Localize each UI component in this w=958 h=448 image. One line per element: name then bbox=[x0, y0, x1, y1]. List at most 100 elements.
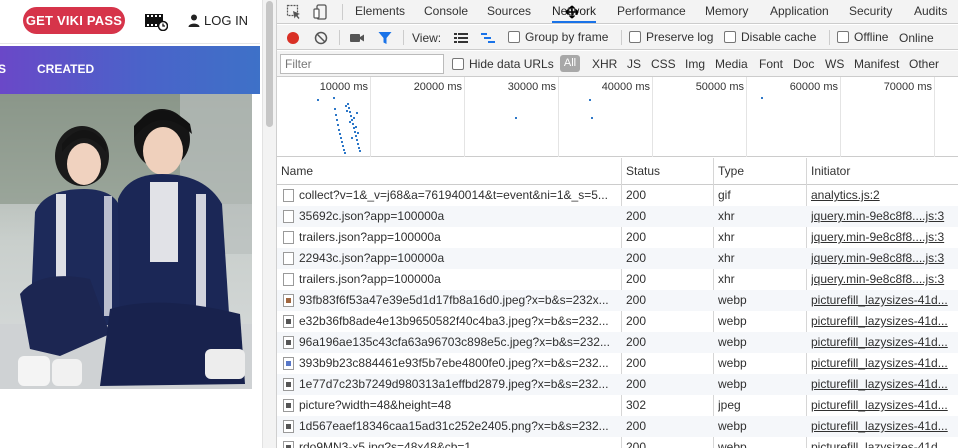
tab-security[interactable]: Security bbox=[849, 0, 892, 23]
filter-input[interactable] bbox=[280, 54, 444, 74]
tab-memory[interactable]: Memory bbox=[705, 0, 748, 23]
filter-type-font[interactable]: Font bbox=[759, 57, 783, 71]
get-viki-pass-button[interactable]: GET VIKI PASS bbox=[23, 7, 125, 34]
filter-type-doc[interactable]: Doc bbox=[793, 57, 814, 71]
waterfall-overview-icon[interactable] bbox=[480, 30, 496, 46]
filter-type-css[interactable]: CSS bbox=[651, 57, 676, 71]
request-row[interactable]: 93fb83f6f53a47e39e5d1d17fb8a16d0.jpeg?x=… bbox=[277, 290, 958, 311]
document-file-icon bbox=[283, 252, 294, 265]
tab-console[interactable]: Console bbox=[424, 0, 468, 23]
request-initiator-link[interactable]: picturefill_lazysizes-41d... bbox=[811, 437, 957, 448]
request-row[interactable]: 1e77d7c23b7249d980313a1effbd2879.jpeg?x=… bbox=[277, 374, 958, 395]
filter-type-ws[interactable]: WS bbox=[825, 57, 844, 71]
request-initiator-link[interactable]: jquery.min-9e8c8f8....js:3 bbox=[811, 248, 957, 269]
offline-checkbox[interactable]: Offline bbox=[837, 30, 888, 44]
page-scrollbar-thumb[interactable] bbox=[266, 1, 273, 127]
film-clip-icon[interactable] bbox=[144, 11, 168, 31]
overview-tick-label: 60000 ms bbox=[789, 81, 838, 93]
request-status: 200 bbox=[626, 335, 647, 349]
overview-gridline bbox=[746, 77, 747, 157]
login-link[interactable]: LOG IN bbox=[188, 12, 248, 28]
request-initiator-link[interactable]: picturefill_lazysizes-41d... bbox=[811, 416, 957, 437]
request-name: trailers.json?app=100000a bbox=[299, 272, 441, 286]
inspect-element-icon[interactable] bbox=[286, 4, 302, 20]
network-filterbar: Hide data URLs All XHR JS CSS Img Media … bbox=[277, 51, 958, 77]
overview-gridline bbox=[558, 77, 559, 157]
hide-data-urls-checkbox[interactable]: Hide data URLs bbox=[452, 57, 554, 71]
column-header-type[interactable]: Type bbox=[714, 158, 744, 185]
overview-request-mark bbox=[339, 133, 341, 135]
checkbox-box[interactable] bbox=[508, 31, 520, 43]
overview-tick-label: 10000 ms bbox=[319, 81, 368, 93]
request-row[interactable]: trailers.json?app=100000a 200 xhr jquery.mi… bbox=[277, 269, 958, 290]
overview-request-mark bbox=[334, 108, 336, 110]
group-by-frame-checkbox[interactable]: Group by frame bbox=[508, 30, 608, 44]
devtools-panel: Elements Console Sources Network Perform… bbox=[276, 0, 958, 448]
filter-type-manifest[interactable]: Manifest bbox=[854, 57, 899, 71]
subnav-item-created[interactable]: CREATED bbox=[37, 62, 94, 76]
tab-application[interactable]: Application bbox=[770, 0, 829, 23]
filter-type-xhr[interactable]: XHR bbox=[592, 57, 617, 71]
request-type: webp bbox=[718, 440, 747, 448]
filter-type-js[interactable]: JS bbox=[627, 57, 641, 71]
column-header-initiator[interactable]: Initiator bbox=[807, 158, 850, 185]
request-initiator-link[interactable]: jquery.min-9e8c8f8....js:3 bbox=[811, 206, 957, 227]
column-header-status[interactable]: Status bbox=[622, 158, 660, 185]
preserve-log-label: Preserve log bbox=[646, 30, 714, 44]
request-initiator-link[interactable]: picturefill_lazysizes-41d... bbox=[811, 311, 957, 332]
filter-type-other[interactable]: Other bbox=[909, 57, 939, 71]
overview-request-mark bbox=[348, 107, 350, 109]
overview-request-mark bbox=[347, 103, 349, 105]
tab-performance[interactable]: Performance bbox=[617, 0, 686, 23]
filter-type-media[interactable]: Media bbox=[715, 57, 748, 71]
request-row[interactable]: 35692c.json?app=100000a 200 xhr jquery.min-… bbox=[277, 206, 958, 227]
large-rows-icon[interactable] bbox=[453, 30, 469, 46]
request-row[interactable]: 1d567eaef18346caa15ad31c252e2405.png?x=b… bbox=[277, 416, 958, 437]
tab-audits[interactable]: Audits bbox=[914, 0, 947, 23]
image-file-icon bbox=[283, 378, 294, 391]
tab-sources[interactable]: Sources bbox=[487, 0, 531, 23]
overview-request-mark bbox=[761, 97, 763, 99]
request-row[interactable]: trailers.json?app=100000a 200 xhr jquery.mi… bbox=[277, 227, 958, 248]
request-initiator-link[interactable]: picturefill_lazysizes-41d... bbox=[811, 332, 957, 353]
requests-table-body: collect?v=1&_v=j68&a=761940014&t=event&n… bbox=[277, 185, 958, 448]
throttling-select[interactable]: Online bbox=[899, 31, 934, 45]
request-initiator-link[interactable]: picturefill_lazysizes-41d... bbox=[811, 353, 957, 374]
checkbox-box[interactable] bbox=[837, 31, 849, 43]
clear-icon[interactable] bbox=[313, 30, 329, 46]
request-row[interactable]: rdo9MN3-x5.jpg?s=48x48&cb=1 200 webp pictur… bbox=[277, 437, 958, 448]
record-icon[interactable] bbox=[285, 30, 301, 46]
filter-type-img[interactable]: Img bbox=[685, 57, 705, 71]
column-header-name[interactable]: Name bbox=[277, 158, 313, 185]
request-row[interactable]: 393b9b23c884461e93f5b7ebe4800fe0.jpeg?x=… bbox=[277, 353, 958, 374]
request-row[interactable]: picture?width=48&height=48 302 jpeg picture… bbox=[277, 395, 958, 416]
network-overview-timeline[interactable]: 10000 ms 20000 ms 30000 ms 40000 ms 5000… bbox=[277, 77, 958, 157]
filter-type-all[interactable]: All bbox=[560, 55, 580, 72]
request-initiator-link[interactable]: analytics.js:2 bbox=[811, 185, 957, 206]
filter-funnel-icon[interactable] bbox=[377, 30, 393, 46]
request-initiator-link[interactable]: jquery.min-9e8c8f8....js:3 bbox=[811, 227, 957, 248]
subnav-item-truncated[interactable]: S bbox=[0, 62, 6, 76]
page-scrollbar[interactable] bbox=[262, 0, 276, 448]
request-row[interactable]: collect?v=1&_v=j68&a=761940014&t=event&n… bbox=[277, 185, 958, 206]
request-initiator-link[interactable]: picturefill_lazysizes-41d... bbox=[811, 290, 957, 311]
show-poster-image[interactable] bbox=[0, 94, 252, 389]
request-row[interactable]: 22943c.json?app=100000a 200 xhr jquery.min-… bbox=[277, 248, 958, 269]
request-type: xhr bbox=[718, 230, 735, 244]
overview-request-mark bbox=[338, 129, 340, 131]
request-initiator-link[interactable]: picturefill_lazysizes-41d... bbox=[811, 395, 957, 416]
request-initiator-link[interactable]: picturefill_lazysizes-41d... bbox=[811, 374, 957, 395]
request-row[interactable]: 96a196ae135c43cfa63a96703c898e5c.jpeg?x=… bbox=[277, 332, 958, 353]
overview-request-mark bbox=[335, 114, 337, 116]
checkbox-box[interactable] bbox=[629, 31, 641, 43]
checkbox-box[interactable] bbox=[452, 58, 464, 70]
video-capture-icon[interactable] bbox=[349, 30, 365, 46]
request-initiator-link[interactable]: jquery.min-9e8c8f8....js:3 bbox=[811, 269, 957, 290]
request-row[interactable]: e32b36fb8ade4e13b9650582f40c4ba3.jpeg?x=… bbox=[277, 311, 958, 332]
request-name: trailers.json?app=100000a bbox=[299, 230, 441, 244]
tab-elements[interactable]: Elements bbox=[355, 0, 405, 23]
checkbox-box[interactable] bbox=[724, 31, 736, 43]
preserve-log-checkbox[interactable]: Preserve log bbox=[629, 30, 713, 44]
disable-cache-checkbox[interactable]: Disable cache bbox=[724, 30, 816, 44]
device-toolbar-icon[interactable] bbox=[313, 4, 329, 20]
